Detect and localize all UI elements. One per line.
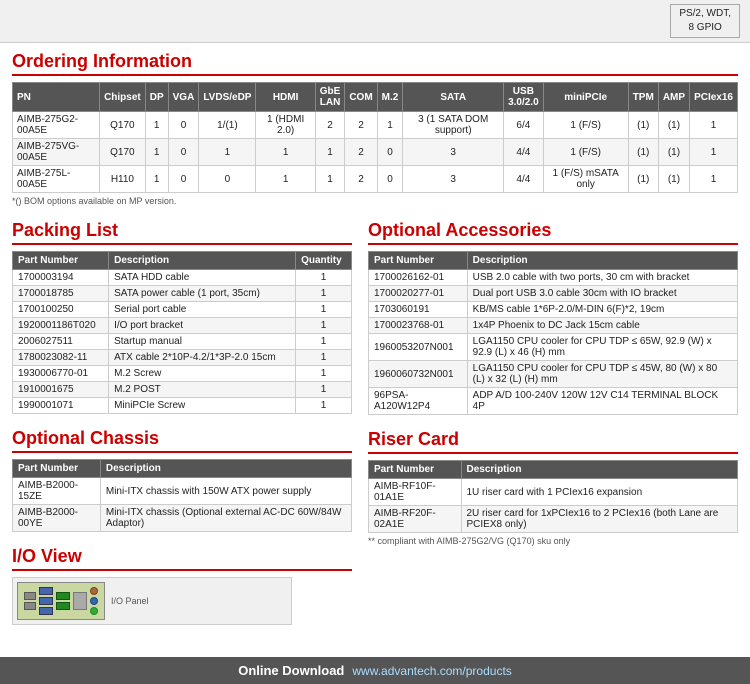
col-minipcie: miniPCIe — [543, 83, 628, 112]
ordering-title: Ordering Information — [12, 51, 738, 76]
list-item: 1700023768-011x4P Phoenix to DC Jack 15c… — [369, 318, 738, 334]
list-item: AIMB-RF10F-01A1E1U riser card with 1 PCI… — [369, 479, 738, 506]
col-tpm: TPM — [628, 83, 658, 112]
packing-col-qty: Quantity — [296, 252, 352, 270]
io-view-section: I/O View — [12, 546, 352, 625]
optional-chassis-table: Part Number Description AIMB-B2000-15ZEM… — [12, 459, 352, 532]
col-pn: PN — [13, 83, 100, 112]
col-vga: VGA — [168, 83, 199, 112]
packing-col-desc: Description — [109, 252, 296, 270]
optional-accessories-title: Optional Accessories — [368, 220, 738, 245]
list-item: 1960053207N001LGA1150 CPU cooler for CPU… — [369, 334, 738, 361]
list-item: 2006027511Startup manual1 — [13, 334, 352, 350]
chassis-col-desc: Description — [100, 460, 351, 478]
accessories-table: Part Number Description 1700026162-01USB… — [368, 251, 738, 415]
riser-col-desc: Description — [461, 461, 738, 479]
online-download-url[interactable]: www.advantech.com/products — [352, 664, 511, 678]
chassis-col-partno: Part Number — [13, 460, 101, 478]
col-gbe: GbELAN — [315, 83, 345, 112]
list-item: 1700026162-01USB 2.0 cable with two port… — [369, 270, 738, 286]
col-hdmi: HDMI — [256, 83, 315, 112]
optional-chassis-section: Optional Chassis Part Number Description… — [12, 428, 352, 532]
ordering-table: PN Chipset DP VGA LVDS/eDP HDMI GbELAN C… — [12, 82, 738, 193]
packing-list-title: Packing List — [12, 220, 352, 245]
riser-note: ** compliant with AIMB-275G2/VG (Q170) s… — [368, 536, 738, 546]
list-item: 1703060191KB/MS cable 1*6P-2.0/M-DIN 6(F… — [369, 302, 738, 318]
list-item: 1990001071MiniPCIe Screw1 — [13, 398, 352, 414]
col-dp: DP — [145, 83, 168, 112]
io-board-label: I/O Panel — [111, 596, 149, 606]
list-item: 96PSA-A120W12P4ADP A/D 100-240V 120W 12V… — [369, 388, 738, 415]
acc-col-partno: Part Number — [369, 252, 468, 270]
list-item: 1910001675M.2 POST1 — [13, 382, 352, 398]
acc-col-desc: Description — [467, 252, 737, 270]
list-item: 1700018785SATA power cable (1 port, 35cm… — [13, 286, 352, 302]
riser-card-title: Riser Card — [368, 429, 738, 454]
list-item: 1700003194SATA HDD cable1 — [13, 270, 352, 286]
riser-col-partno: Part Number — [369, 461, 462, 479]
col-pciex16: PCIex16 — [690, 83, 738, 112]
packing-list-section: Packing List Part Number Description Qua… — [12, 220, 352, 414]
col-amp: AMP — [658, 83, 689, 112]
list-item: 1700100250Serial port cable1 — [13, 302, 352, 318]
packing-list-table: Part Number Description Quantity 1700003… — [12, 251, 352, 414]
list-item: AIMB-B2000-00YEMini-ITX chassis (Optiona… — [13, 505, 352, 532]
table-row: AIMB-275G2-00A5EQ170101/(1)1 (HDMI 2.0)2… — [13, 112, 738, 139]
online-download-label: Online Download — [238, 663, 344, 678]
col-m2: M.2 — [377, 83, 403, 112]
list-item: 1700020277-01Dual port USB 3.0 cable 30c… — [369, 286, 738, 302]
optional-accessories-section: Optional Accessories Part Number Descrip… — [368, 220, 738, 415]
list-item: 1930006770-01M.2 Screw1 — [13, 366, 352, 382]
optional-chassis-title: Optional Chassis — [12, 428, 352, 453]
col-chipset: Chipset — [100, 83, 146, 112]
ordering-section: Ordering Information PN Chipset DP VGA L… — [12, 51, 738, 206]
bottom-bar: Online Download www.advantech.com/produc… — [0, 657, 750, 684]
packing-col-partno: Part Number — [13, 252, 109, 270]
list-item: AIMB-RF20F-02A1E2U riser card for 1xPCIe… — [369, 506, 738, 533]
riser-card-section: Riser Card Part Number Description AIMB-… — [368, 429, 738, 546]
top-bar: PS/2, WDT, 8 GPIO — [0, 0, 750, 43]
list-item: 1920001186T020I/O port bracket1 — [13, 318, 352, 334]
list-item: 1960060732N001LGA1150 CPU cooler for CPU… — [369, 361, 738, 388]
list-item: AIMB-B2000-15ZEMini-ITX chassis with 150… — [13, 478, 352, 505]
table-row: AIMB-275L-00A5EH110100112034/41 (F/S) mS… — [13, 166, 738, 193]
io-view-title: I/O View — [12, 546, 352, 571]
col-sata: SATA — [403, 83, 504, 112]
col-com: COM — [345, 83, 377, 112]
riser-card-table: Part Number Description AIMB-RF10F-01A1E… — [368, 460, 738, 533]
ordering-note: *() BOM options available on MP version. — [12, 196, 738, 206]
col-lvds: LVDS/eDP — [199, 83, 256, 112]
col-usb: USB3.0/2.0 — [504, 83, 544, 112]
ps2-box: PS/2, WDT, 8 GPIO — [670, 4, 740, 38]
list-item: 1780023082-11ATX cable 2*10P-4.2/1*3P-2.… — [13, 350, 352, 366]
table-row: AIMB-275VG-00A5EQ170101112034/41 (F/S)(1… — [13, 139, 738, 166]
